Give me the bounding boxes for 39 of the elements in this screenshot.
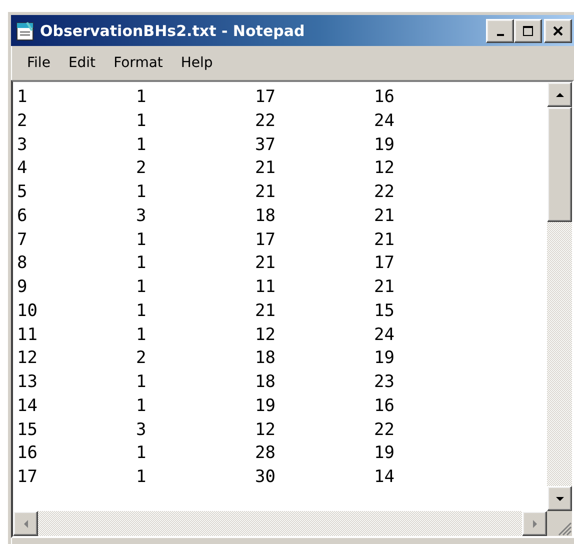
text-line: 7 1 17 21: [17, 228, 394, 252]
menu-item[interactable]: Edit: [60, 53, 104, 73]
scroll-left-button[interactable]: [13, 511, 38, 536]
text-line: 17 1 30 14: [17, 466, 394, 489]
text-line: 4 2 21 12: [17, 157, 394, 180]
close-button[interactable]: [544, 18, 572, 42]
right-arrow-icon: [532, 518, 538, 528]
menu-item[interactable]: Format: [106, 53, 171, 73]
scrollbar-thumb[interactable]: [547, 107, 572, 222]
resize-grip-icon[interactable]: [558, 522, 572, 536]
menu-item[interactable]: File: [19, 53, 58, 73]
up-arrow-icon: [554, 92, 564, 98]
text-line: 12 2 18 19: [17, 347, 394, 370]
window-title: ObservationBHs2.txt - Notepad: [40, 22, 306, 40]
minimize-icon: [496, 34, 504, 36]
scroll-right-button[interactable]: [522, 511, 547, 536]
text-line: 10 1 21 15: [17, 300, 394, 323]
text-line: 1 1 17 16: [17, 86, 394, 109]
text-line: 16 1 28 19: [17, 442, 394, 466]
left-arrow-icon: [22, 518, 28, 528]
text-line: 14 1 19 16: [17, 394, 394, 418]
text-line: 13 1 18 23: [17, 371, 394, 394]
close-icon: [552, 24, 564, 36]
maximize-icon: [522, 24, 534, 36]
text-line: 15 3 12 22: [17, 418, 394, 442]
menu-item[interactable]: Help: [172, 53, 221, 73]
text-line: 9 1 11 21: [17, 276, 394, 299]
notepad-icon: [14, 20, 36, 42]
text-line: 3 1 37 19: [17, 134, 394, 156]
text-line: 5 1 21 22: [17, 181, 394, 204]
maximize-button[interactable]: [514, 18, 542, 42]
text-line: 11 1 12 24: [17, 324, 394, 346]
scroll-up-button[interactable]: [547, 82, 572, 107]
down-arrow-icon: [554, 496, 564, 502]
minimize-button[interactable]: [486, 18, 514, 42]
text-line: 2 1 22 24: [17, 110, 394, 133]
scroll-down-button[interactable]: [547, 486, 572, 511]
text-line: 8 1 21 17: [17, 252, 394, 276]
text-line: 6 3 18 21: [17, 204, 394, 228]
